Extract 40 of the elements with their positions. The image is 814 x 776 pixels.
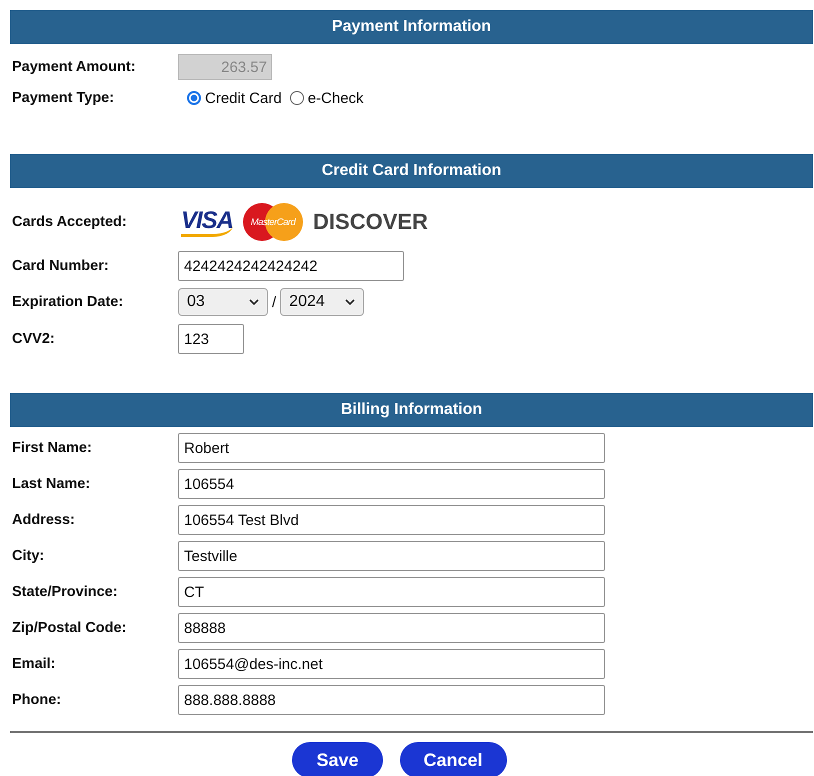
card-number-field[interactable]: 4242424242424242: [178, 251, 404, 281]
field-label: City:: [11, 548, 46, 564]
input-field[interactable]: CT: [178, 577, 605, 607]
field-label: State/Province:: [11, 584, 119, 600]
field-label: Card Number:: [11, 258, 110, 274]
radio-label[interactable]: e-Check: [308, 90, 364, 106]
section-header: Credit Card Information: [10, 154, 813, 188]
field-label: CVV2:: [11, 331, 56, 347]
input-field[interactable]: Robert: [178, 433, 605, 463]
discover-logo: DISCOVER: [313, 209, 428, 235]
radio-label[interactable]: Credit Card: [205, 90, 282, 106]
date-separator: /: [272, 294, 276, 310]
radio-button[interactable]: [187, 91, 201, 105]
cvv-field[interactable]: 123: [178, 324, 244, 354]
radio-button[interactable]: [290, 91, 304, 105]
chevron-icon: [249, 299, 259, 305]
input-field[interactable]: Testville: [178, 541, 605, 571]
field-label: Payment Type:: [11, 90, 116, 106]
field-label: Phone:: [11, 692, 62, 708]
input-field[interactable]: 106554 Test Blvd: [178, 505, 605, 535]
field-label: Email:: [11, 656, 57, 672]
input-field[interactable]: 888.888.8888: [178, 685, 605, 715]
month-dropdown[interactable]: 03: [178, 288, 268, 316]
field-label: Last Name:: [11, 476, 92, 492]
input-field[interactable]: 88888: [178, 613, 605, 643]
section-header: Payment Information: [10, 10, 813, 44]
section-header: Billing Information: [10, 393, 813, 427]
chevron-icon: [345, 299, 356, 305]
field-label: Expiration Date:: [11, 294, 124, 310]
input-field[interactable]: 106554@des-inc.net: [178, 649, 605, 679]
year-dropdown[interactable]: 2024: [280, 288, 364, 316]
input-field[interactable]: 106554: [178, 469, 605, 499]
field-label: Zip/Postal Code:: [11, 620, 128, 636]
form-button[interactable]: Save: [292, 742, 382, 776]
form-button[interactable]: Cancel: [400, 742, 507, 776]
visa-logo: VISA: [181, 208, 234, 236]
field-label: Cards Accepted:: [11, 214, 128, 230]
field-label: Address:: [11, 512, 76, 528]
field-label: First Name:: [11, 440, 93, 456]
field-label: Payment Amount:: [11, 59, 137, 75]
